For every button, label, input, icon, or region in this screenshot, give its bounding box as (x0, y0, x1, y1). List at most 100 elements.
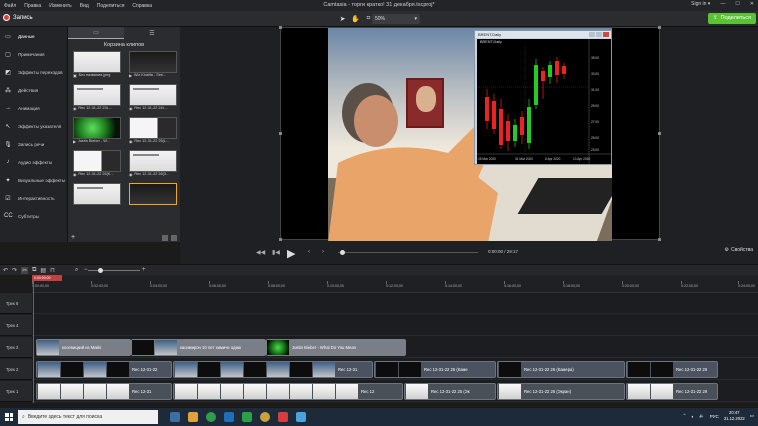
timeline-ruler[interactable]: 0:00:00;00 0:00:00;00 0:02:00;00 0:04:00… (32, 275, 758, 293)
file-explorer-icon[interactable] (188, 412, 198, 422)
track-row[interactable]: косевицкий из Майл касимирон 10 лет хими… (32, 337, 758, 358)
media-item[interactable] (71, 183, 123, 213)
close-icon[interactable]: ✕ (750, 1, 754, 7)
timeline-clip[interactable]: косевицкий из Майл (36, 339, 131, 356)
sidebar-item-captions[interactable]: CC Субтитры (0, 207, 67, 225)
edge-icon[interactable] (224, 412, 234, 422)
sidebar-item-behaviors[interactable]: ⁂ Действия (0, 81, 67, 99)
sidebar-item-audio-effects[interactable]: ♪ Аудио эффекты (0, 153, 67, 171)
sign-in-link[interactable]: Sign in ▾ (691, 1, 710, 7)
camtasia-icon[interactable] (242, 412, 252, 422)
media-item[interactable]: ▶ Wiz Khalifa - See... (127, 51, 179, 81)
media-item[interactable]: ◉ Rec 12-31-22 23L... (71, 84, 123, 114)
language-indicator[interactable]: РУС (710, 414, 719, 419)
maximize-icon[interactable]: ☐ (735, 1, 739, 7)
timeline-clip[interactable]: Rec 12-31-22 25 (Эк (404, 383, 496, 400)
track-row[interactable] (32, 293, 758, 314)
tab-library[interactable]: ☰ (124, 27, 180, 39)
chrome-icon[interactable] (206, 412, 216, 422)
sidebar-item-interactivity[interactable]: ☑ Интерактивность (0, 189, 67, 207)
media-item[interactable]: ◉ Rec 12-31-22 26(3... (127, 150, 179, 180)
clock[interactable]: 20:47 31.12.2022 (724, 410, 745, 422)
notifications-icon[interactable]: ▭ (750, 413, 754, 419)
resize-handle[interactable] (279, 238, 282, 241)
zoom-select[interactable]: 50% ▾ (372, 14, 420, 24)
paste-icon[interactable]: ▤ (40, 267, 46, 274)
resize-handle[interactable] (279, 132, 282, 135)
timeline-clip[interactable]: Rec 12-31 (36, 383, 172, 400)
add-media-icon[interactable]: + (71, 234, 75, 241)
timeline-zoom-slider[interactable] (88, 268, 140, 273)
next-marker-icon[interactable]: › (322, 249, 324, 255)
track-row[interactable] (32, 315, 758, 336)
track-row[interactable]: Rec 12-31 Rec 12 Rec 12-31-22 25 (Эк Rec… (32, 381, 758, 402)
track-label[interactable]: Трек 2 (0, 359, 32, 380)
media-item[interactable]: ◉ Rec 12-31-22 26(K... (71, 150, 123, 180)
scrub-bar[interactable] (338, 250, 478, 255)
resize-handle[interactable] (658, 26, 661, 29)
menu-edit[interactable]: Правка (24, 3, 41, 9)
properties-button[interactable]: ⚙ Свойства (725, 247, 753, 253)
play-button[interactable]: ▶ (287, 247, 295, 260)
minimize-icon[interactable]: — (720, 1, 725, 7)
network-icon[interactable]: ◐ (691, 414, 694, 419)
zoom-in-icon[interactable]: + (142, 267, 146, 273)
record-button[interactable]: Запись (3, 14, 33, 21)
undo-icon[interactable]: ↶ (3, 267, 8, 274)
step-back-icon[interactable]: ◀◀ (256, 249, 265, 256)
timeline-clip[interactable]: Rec 12-31-22 26 (Камера) (497, 361, 625, 378)
sidebar-item-annotations[interactable]: ▢ Примечания (0, 45, 67, 63)
taskbar-search[interactable]: ⌕ Введите здесь текст для поиска (18, 410, 158, 424)
menu-help[interactable]: Справка (132, 3, 152, 9)
preview-canvas[interactable]: BRENT,Daily BRENT,Daily 35.00 33.00 31.0… (279, 26, 661, 241)
media-item[interactable] (127, 183, 179, 213)
timeline-clip[interactable]: Rec 12-31 (173, 361, 373, 378)
timeline-clip[interactable]: Rec 12-31-22 26 (Экран) (497, 383, 625, 400)
resize-handle[interactable] (658, 132, 661, 135)
media-item[interactable]: ◉ Rec 12-31-22 24L... (127, 84, 179, 114)
menu-modify[interactable]: Изменить (49, 3, 72, 9)
zoom-knob[interactable] (98, 268, 103, 273)
sidebar-item-visual-effects[interactable]: ✦ Визуальные эффекты (0, 171, 67, 189)
pan-tool-icon[interactable]: ✋ (351, 14, 360, 23)
share-button[interactable]: ⇪ Поделиться (708, 13, 756, 24)
timeline-clip[interactable]: касимирон 10 лет химиче одиш (131, 339, 266, 356)
task-view-icon[interactable] (170, 412, 180, 422)
track-label[interactable]: Трек 1 (0, 381, 32, 402)
resize-handle[interactable] (279, 26, 282, 29)
previous-marker-icon[interactable]: ‹ (308, 249, 310, 255)
track-row[interactable]: Rec 12-31-22 Rec 12-31 Rec 12-31-22 25 (… (32, 359, 758, 380)
chevron-up-icon[interactable]: ⌃ (683, 413, 687, 419)
zoom-out-icon[interactable]: − (84, 267, 88, 273)
playhead-time[interactable]: 0:00:00;00 (32, 275, 62, 281)
timeline-clip[interactable]: Rec 12-31-22 29 (626, 361, 718, 378)
list-view-icon[interactable] (171, 235, 177, 241)
timeline-clip[interactable]: Justin Bieber - What Do You Mean (266, 339, 406, 356)
copy-icon[interactable]: ⧉ (32, 267, 36, 274)
cut-icon[interactable]: ✂ (21, 267, 29, 274)
timeline-clip[interactable]: Rec 12-31-22 (36, 361, 172, 378)
arrow-tool-icon[interactable]: ➤ (338, 14, 347, 23)
menu-view[interactable]: Вид (80, 3, 89, 9)
start-button[interactable] (0, 408, 18, 426)
track-label[interactable]: Трек 6 (0, 293, 32, 314)
resize-handle[interactable] (658, 238, 661, 241)
sidebar-item-transitions[interactable]: ◩ Эффекты переходов (0, 63, 67, 81)
track-label[interactable]: Трек 3 (0, 337, 32, 358)
playhead[interactable] (33, 281, 34, 403)
timeline-clip[interactable]: Rec 12 (173, 383, 403, 400)
sidebar-item-voice-narration[interactable]: 🎙 Запись речи (0, 135, 67, 153)
sidebar-item-animations[interactable]: → Анимация (0, 99, 67, 117)
volume-icon[interactable]: 🔈 (699, 413, 705, 419)
scrub-knob[interactable] (340, 250, 345, 255)
redo-icon[interactable]: ↷ (12, 267, 17, 274)
split-icon[interactable]: ⊓ (50, 267, 55, 274)
menu-share[interactable]: Поделиться (97, 3, 125, 9)
app-icon[interactable] (296, 412, 306, 422)
menu-file[interactable]: Файл (4, 3, 16, 9)
timeline-clip[interactable]: Rec 12-31-22 25 (Каме (374, 361, 496, 378)
media-item[interactable]: ▶ Justin Bieber - W... (71, 117, 123, 147)
track-label[interactable]: Трек 4 (0, 315, 32, 336)
timeline-clip[interactable]: Rec 12-31-22 29 (626, 383, 718, 400)
tab-media-bin[interactable]: ▭ (68, 27, 124, 39)
